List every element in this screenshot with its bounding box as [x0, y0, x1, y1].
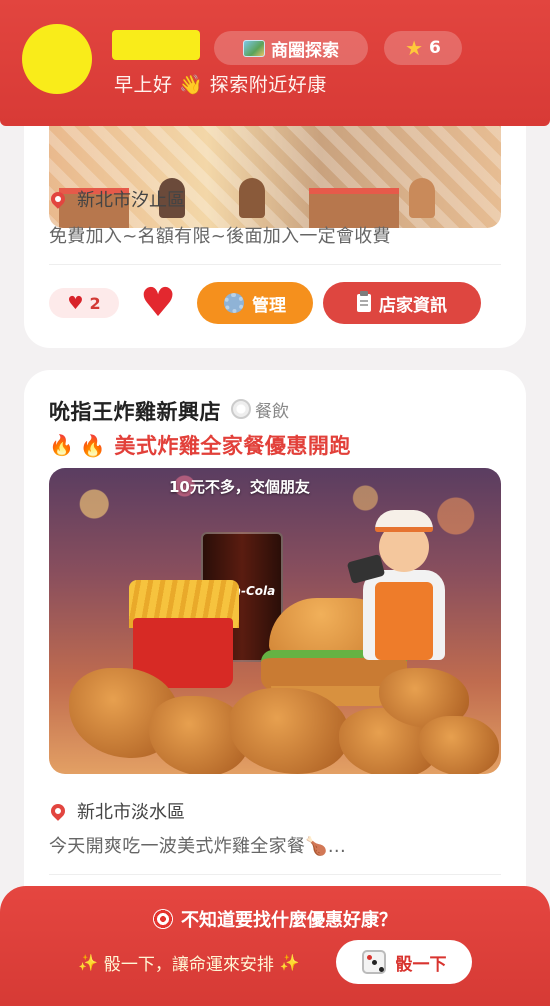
- store-info-label: 店家資訊: [379, 295, 447, 316]
- target-icon: [153, 909, 173, 929]
- sparkle-icon: ✨: [78, 953, 98, 972]
- fire-icon: 🔥: [49, 433, 74, 457]
- stars-badge[interactable]: ★ 6: [384, 31, 462, 65]
- app-header: 早上好 👋 探索附近好康 商圈探索 ★ 6: [0, 0, 550, 126]
- sparkle-icon: ✨: [279, 953, 300, 972]
- heart-icon: ♥: [140, 280, 176, 326]
- promo-food-image[interactable]: 10元不多，交個朋友 Coca-Cola: [49, 468, 501, 774]
- category-label: 餐飲: [255, 401, 289, 422]
- manage-label: 管理: [252, 295, 286, 316]
- location-text: 新北市汐止區: [77, 190, 185, 211]
- banner-subtitle: ✨ 骰一下，讓命運來安排 ✨: [78, 950, 300, 975]
- stars-count: 6: [429, 38, 441, 58]
- divider: [49, 874, 501, 875]
- store-category: 餐飲: [231, 397, 289, 422]
- like-count: 2: [89, 293, 101, 313]
- promo-headline: 🔥 🔥 美式炸雞全家餐優惠開跑: [49, 430, 351, 460]
- dice-icon: [361, 950, 386, 974]
- location-pin-icon: [48, 189, 68, 209]
- manage-button[interactable]: 管理: [197, 282, 313, 324]
- favorite-heart-button[interactable]: ♥: [135, 280, 181, 326]
- store-name[interactable]: 吮指王炸雞新興店: [49, 396, 221, 426]
- store-description: 免費加入~名額有限~後面加入一定會收費: [49, 226, 391, 247]
- divider: [49, 264, 501, 265]
- banner-title: 不知道要找什麼優惠好康？: [0, 906, 550, 932]
- clipboard-icon: [357, 291, 371, 312]
- random-pick-banner: 不知道要找什麼優惠好康？ ✨ 骰一下，讓命運來安排 ✨ 骰一下: [0, 886, 550, 1006]
- promo-text: 🔥 美式炸雞全家餐優惠開跑: [79, 434, 351, 458]
- store-info-button[interactable]: 店家資訊: [323, 282, 481, 324]
- location-text: 新北市淡水區: [77, 802, 185, 823]
- greeting-text: 早上好 👋 探索附近好康: [114, 74, 327, 96]
- location-pin-icon: [48, 801, 68, 821]
- store-card[interactable]: 吮指王炸雞新興店 餐飲 🔥 🔥 美式炸雞全家餐優惠開跑 10元不多，交個朋友 C…: [24, 370, 526, 930]
- store-description: 今天開爽吃一波美式炸雞全家餐🍗...: [49, 836, 346, 857]
- card-actions: ♥ 2 ♥ 管理 店家資訊: [49, 280, 501, 326]
- roll-dice-label: 骰一下: [395, 954, 447, 975]
- like-count-badge: ♥ 2: [49, 288, 119, 318]
- store-location: 新北市汐止區: [48, 186, 185, 212]
- avatar[interactable]: [22, 24, 92, 94]
- banner-subtitle-text: 骰一下，讓命運來安排: [103, 955, 274, 975]
- image-caption: 10元不多，交個朋友: [169, 478, 310, 496]
- roll-dice-button[interactable]: 骰一下: [336, 940, 472, 984]
- explore-area-label: 商圈探索: [271, 40, 339, 61]
- star-icon: ★: [405, 36, 424, 60]
- explore-area-button[interactable]: 商圈探索: [214, 31, 368, 65]
- gear-icon: [224, 293, 244, 313]
- banner-title-text: 不知道要找什麼優惠好康？: [181, 910, 397, 931]
- map-icon: [243, 39, 265, 57]
- store-title-row: 吮指王炸雞新興店 餐飲: [49, 396, 289, 426]
- heart-small-icon: ♥: [67, 292, 84, 314]
- plate-utensils-icon: [231, 399, 251, 419]
- username-redacted: [112, 30, 200, 60]
- store-location: 新北市淡水區: [48, 798, 185, 824]
- chef-illustration: [346, 508, 459, 668]
